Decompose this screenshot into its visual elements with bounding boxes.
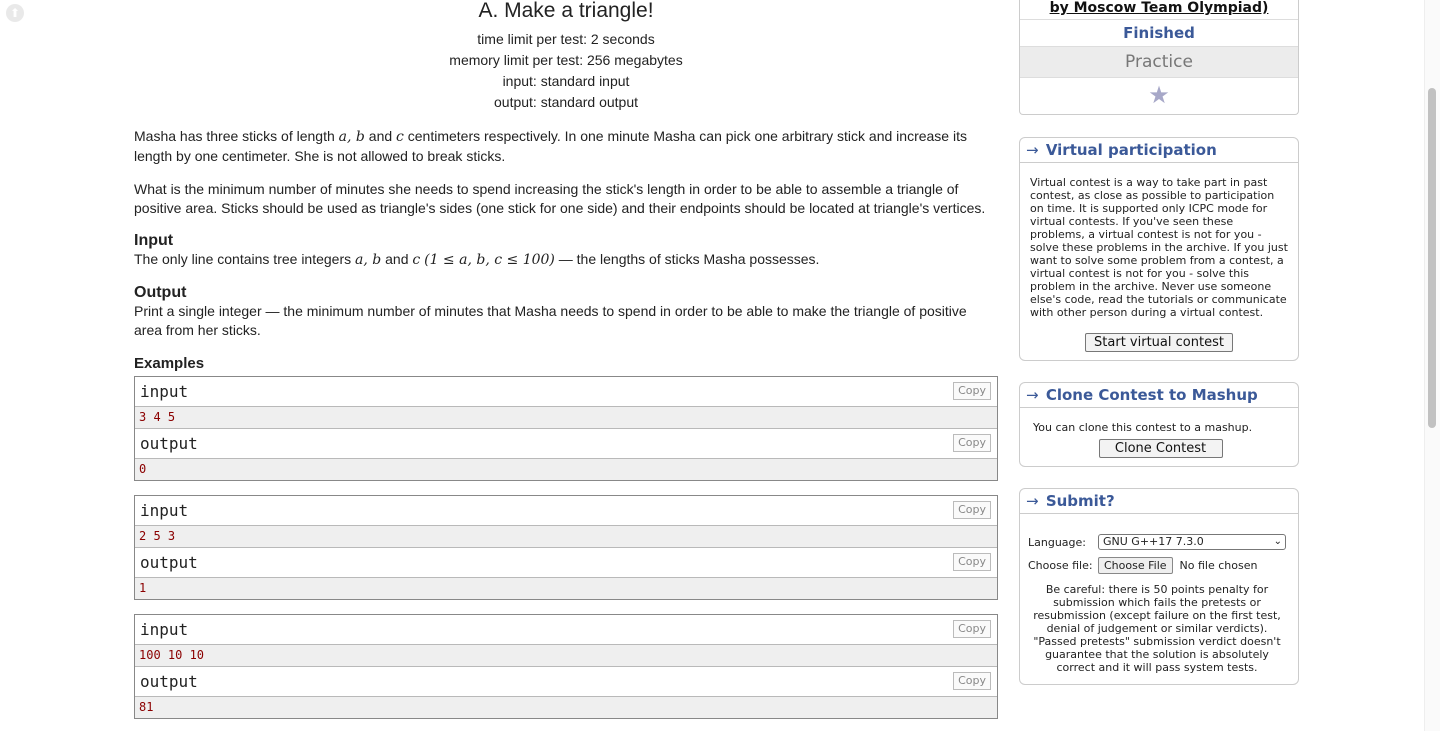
statement-paragraph-1: Masha has three sticks of length a, b an… [134,127,998,166]
scroll-to-top-icon[interactable]: ⬆ [6,4,24,22]
example-input: 3 4 5 [135,407,997,429]
submit-box: → Submit? Language: GNU G++17 7.3.0 ⌄ Cho… [1019,488,1299,685]
copy-button[interactable]: Copy [953,434,991,452]
virtual-participation-box: → Virtual participation Virtual contest … [1019,137,1299,361]
page-scrollbar[interactable] [1424,0,1440,731]
problem-statement: A. Make a triangle! time limit per test:… [134,0,998,719]
output-label: output [140,672,198,691]
output-section-text: Print a single integer — the minimum num… [134,303,967,338]
arrow-right-icon: → [1026,492,1039,510]
submit-form: Language: GNU G++17 7.3.0 ⌄ Choose file: … [1020,514,1298,674]
example-test: input Copy 100 10 10 output Copy 81 [134,614,998,719]
input-label: input [140,501,189,520]
start-virtual-contest-button[interactable]: Start virtual contest [1085,333,1233,352]
input-header: input Copy [135,615,997,645]
math: c [396,129,404,145]
example-test: input Copy 2 5 3 output Copy 1 [134,495,998,600]
input-label: input [140,620,189,639]
text: Masha has three sticks of length [134,128,339,144]
text: and [364,128,397,144]
input-label: input [140,382,189,401]
chevron-down-icon: ⌄ [1273,536,1282,547]
time-limit: time limit per test: 2 seconds [477,31,655,47]
choose-file-button[interactable]: Choose File [1098,557,1173,574]
contest-info-box: by Moscow Team Olympiad) Finished Practi… [1019,0,1299,115]
box-title: → Virtual participation [1020,138,1298,163]
example-input: 2 5 3 [135,526,997,548]
math: a, b [338,129,365,145]
file-row: Choose file: Choose File No file chosen [1028,557,1286,574]
input-header: input Copy [135,496,997,526]
example-output: 0 [135,459,997,480]
virtual-participation-text: Virtual contest is a way to take part in… [1020,163,1298,360]
input-file: input: standard input [502,73,630,89]
text: and [381,251,413,267]
copy-button[interactable]: Copy [953,672,991,690]
file-status: No file chosen [1179,559,1258,572]
contest-name-link[interactable]: by Moscow Team Olympiad) [1020,0,1298,20]
math: c [412,252,421,268]
language-row: Language: GNU G++17 7.3.0 ⌄ [1028,534,1286,550]
copy-button[interactable]: Copy [953,553,991,571]
description: You can clone this contest to a mashup. [1033,421,1253,434]
box-title: → Clone Contest to Mashup [1020,383,1298,408]
language-label: Language: [1028,535,1086,549]
title-text: Virtual participation [1045,141,1217,159]
box-title: → Submit? [1020,489,1298,514]
input-header: input Copy [135,377,997,407]
title-text: Clone Contest to Mashup [1045,386,1258,404]
title-text: Submit? [1045,492,1115,510]
scrollbar-thumb[interactable] [1428,88,1436,428]
math-constraint: (1 ≤ a, b, c ≤ 100) [424,252,555,268]
text: The only line contains tree integers [134,251,356,267]
output-header: output Copy [135,548,997,578]
copy-button[interactable]: Copy [953,501,991,519]
input-section-title: Input [134,232,174,249]
example-input: 100 10 10 [135,645,997,667]
contest-status: Finished [1020,20,1298,47]
output-header: output Copy [135,667,997,697]
sidebar: by Moscow Team Olympiad) Finished Practi… [1019,0,1299,685]
math: a, b [355,252,382,268]
clone-contest-button[interactable]: Clone Contest [1098,439,1223,458]
clone-contest-box: → Clone Contest to Mashup You can clone … [1019,382,1299,467]
arrow-right-icon: → [1026,386,1039,404]
problem-title: A. Make a triangle! [478,0,654,22]
input-section-text: The only line contains tree integers a, … [134,250,998,270]
example-test: input Copy 3 4 5 output Copy 0 [134,376,998,481]
statement-paragraph-2: What is the minimum number of minutes sh… [134,181,986,216]
file-label: Choose file: [1028,559,1093,572]
clone-contest-body: You can clone this contest to a mashup. … [1020,408,1298,466]
language-value: GNU G++17 7.3.0 [1103,535,1204,548]
memory-limit: memory limit per test: 256 megabytes [449,52,683,68]
problem-limits: time limit per test: 2 seconds memory li… [134,29,998,113]
example-output: 1 [135,578,997,599]
favourite-star-icon[interactable]: ★ [1020,78,1298,114]
copy-button[interactable]: Copy [953,382,991,400]
example-output: 81 [135,697,997,718]
output-label: output [140,553,198,572]
practice-label: Practice [1020,47,1298,78]
output-file: output: standard output [494,94,638,110]
examples-title: Examples [134,355,205,372]
copy-button[interactable]: Copy [953,620,991,638]
penalty-note: Be careful: there is 50 points penalty f… [1033,583,1281,674]
description: Virtual contest is a way to take part in… [1030,176,1288,319]
language-select[interactable]: GNU G++17 7.3.0 ⌄ [1098,534,1286,550]
output-header: output Copy [135,429,997,459]
output-label: output [140,434,198,453]
text: — the lengths of sticks Masha possesses. [554,251,820,267]
arrow-right-icon: → [1026,141,1039,159]
output-section-title: Output [134,284,187,301]
